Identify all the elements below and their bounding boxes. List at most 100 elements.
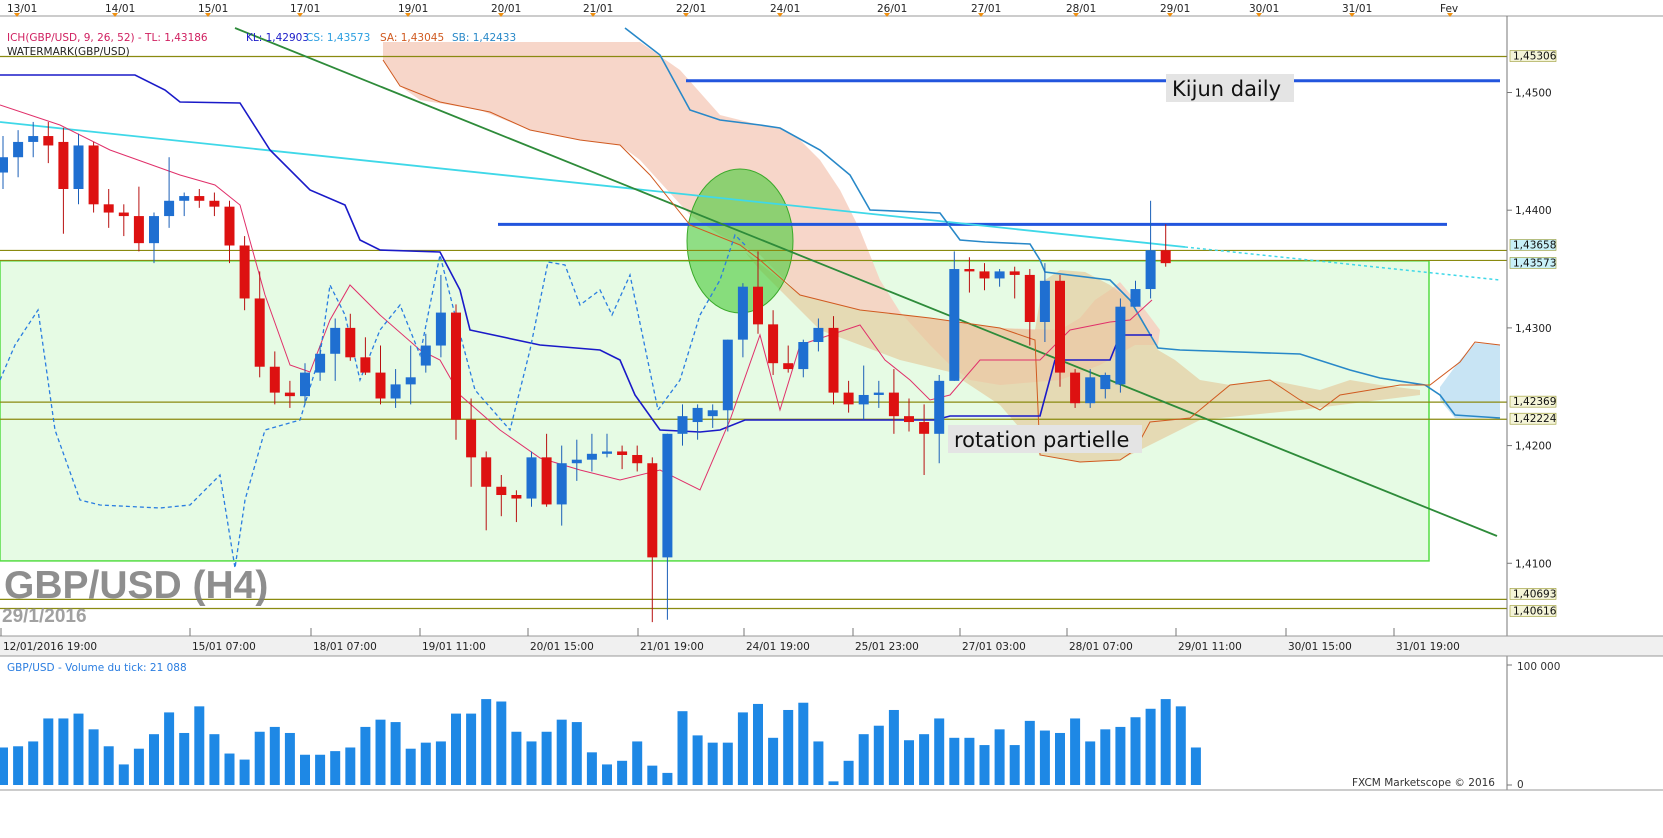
volume-bar — [209, 734, 220, 785]
price-tick-label: 1,4100 — [1515, 558, 1552, 570]
top-date-label: 29/01 — [1160, 3, 1190, 15]
volume-bar — [737, 712, 748, 785]
candle-body — [133, 216, 144, 244]
price-level-label: 1,43658 — [1513, 239, 1556, 251]
candle-body — [1085, 377, 1096, 404]
volume-bar — [133, 748, 144, 785]
candle-body — [269, 366, 280, 393]
time-axis-label: 28/01 07:00 — [1069, 641, 1133, 653]
candle — [88, 141, 99, 213]
volume-bar — [330, 751, 341, 785]
top-date-label: 21/01 — [583, 3, 613, 15]
candle-body — [737, 286, 748, 340]
time-axis-label: 25/01 23:00 — [855, 641, 919, 653]
candle-body — [420, 345, 431, 366]
candle-body — [677, 416, 688, 434]
volume-bar — [662, 772, 673, 785]
candle-body — [617, 451, 628, 455]
candle — [949, 251, 960, 381]
price-tick-label: 1,4500 — [1515, 88, 1552, 100]
candle-body — [1115, 306, 1126, 385]
candle-body — [28, 136, 39, 142]
candle-body — [194, 196, 205, 201]
top-date-label: 14/01 — [105, 3, 135, 15]
volume-bar — [300, 754, 310, 785]
candle-body — [103, 204, 114, 213]
time-axis-label: 19/01 11:00 — [422, 641, 486, 653]
candle-body — [118, 212, 129, 217]
candle-body — [375, 372, 386, 399]
indicator-kl-label: KL: 1,42903 — [246, 32, 309, 44]
candle-body — [1160, 250, 1171, 264]
candle-body — [964, 269, 975, 272]
volume-bar — [783, 709, 794, 785]
indicator-sa-label: SA: 1,43045 — [380, 32, 444, 44]
indicator-sb-label: SB: 1,42433 — [452, 32, 516, 44]
candle-body — [904, 416, 914, 423]
top-date-label: 20/01 — [491, 3, 521, 15]
top-date-label: 17/01 — [290, 3, 320, 15]
volume-bar — [1100, 729, 1111, 785]
kijun-daily-annotation: Kijun daily — [1166, 74, 1294, 102]
volume-bar — [692, 735, 703, 785]
volume-bar — [58, 718, 69, 785]
candle-body — [722, 339, 733, 411]
candle-body — [1024, 274, 1035, 322]
candle-body — [556, 463, 567, 505]
candle-body — [571, 459, 582, 464]
watermark-date: 29/1/2016 — [2, 606, 87, 627]
volume-bar — [994, 729, 1005, 785]
volume-bar — [73, 713, 84, 785]
volume-bar — [888, 709, 899, 785]
top-date-label: 13/01 — [7, 3, 37, 15]
candle-body — [828, 327, 839, 393]
top-date-label: 27/01 — [971, 3, 1001, 15]
candle-body — [1130, 289, 1141, 307]
candle-body — [1055, 280, 1065, 373]
volume-bar — [979, 745, 990, 785]
candle-body — [1039, 280, 1050, 322]
svg-text:rotation partielle: rotation partielle — [954, 428, 1129, 452]
candle-body — [1070, 372, 1081, 404]
candle-body — [783, 363, 794, 370]
volume-bar — [239, 759, 250, 785]
volume-bar — [269, 726, 280, 785]
candle-body — [149, 216, 159, 244]
candle-body — [209, 200, 220, 207]
rotation-partielle-annotation: rotation partielle — [948, 425, 1142, 453]
candle-body — [858, 394, 869, 405]
candle-body — [360, 357, 371, 373]
candle-body — [300, 372, 310, 397]
candle-body — [1009, 271, 1020, 275]
candle-body — [511, 495, 522, 499]
candle-body — [466, 419, 477, 458]
time-axis-label: 12/01/2016 19:00 — [3, 641, 97, 653]
volume-bar — [0, 747, 8, 785]
top-date-label: 31/01 — [1342, 3, 1372, 15]
volume-bar — [315, 754, 326, 785]
top-date-label: 19/01 — [398, 3, 428, 15]
candle — [526, 451, 537, 507]
volume-bar — [149, 734, 159, 785]
candle — [828, 316, 839, 405]
candle-body — [451, 312, 461, 420]
candle-body — [662, 433, 673, 558]
volume-bar — [375, 719, 386, 785]
candle-body — [330, 327, 341, 354]
candle-body — [254, 298, 265, 367]
volume-panel-label: GBP/USD - Volume du tick: 21 088 — [7, 662, 187, 674]
top-date-label: 28/01 — [1066, 3, 1096, 15]
price-tick-label: 1,4300 — [1515, 323, 1552, 335]
volume-bar — [722, 742, 733, 785]
top-date-label: 24/01 — [770, 3, 800, 15]
candle-body — [647, 463, 658, 558]
volume-bar — [828, 781, 839, 785]
volume-bar — [1175, 706, 1186, 785]
candle-body — [602, 451, 612, 454]
candle-body — [934, 380, 945, 434]
volume-bar — [768, 737, 779, 785]
gbpusd-h4-chart: 13/01 14/01 15/01 17/01 19/01 20/01 21/01 22/01… — [0, 0, 1663, 838]
candle-body — [179, 196, 190, 201]
candle-body — [753, 286, 763, 325]
volume-bar — [571, 722, 582, 785]
